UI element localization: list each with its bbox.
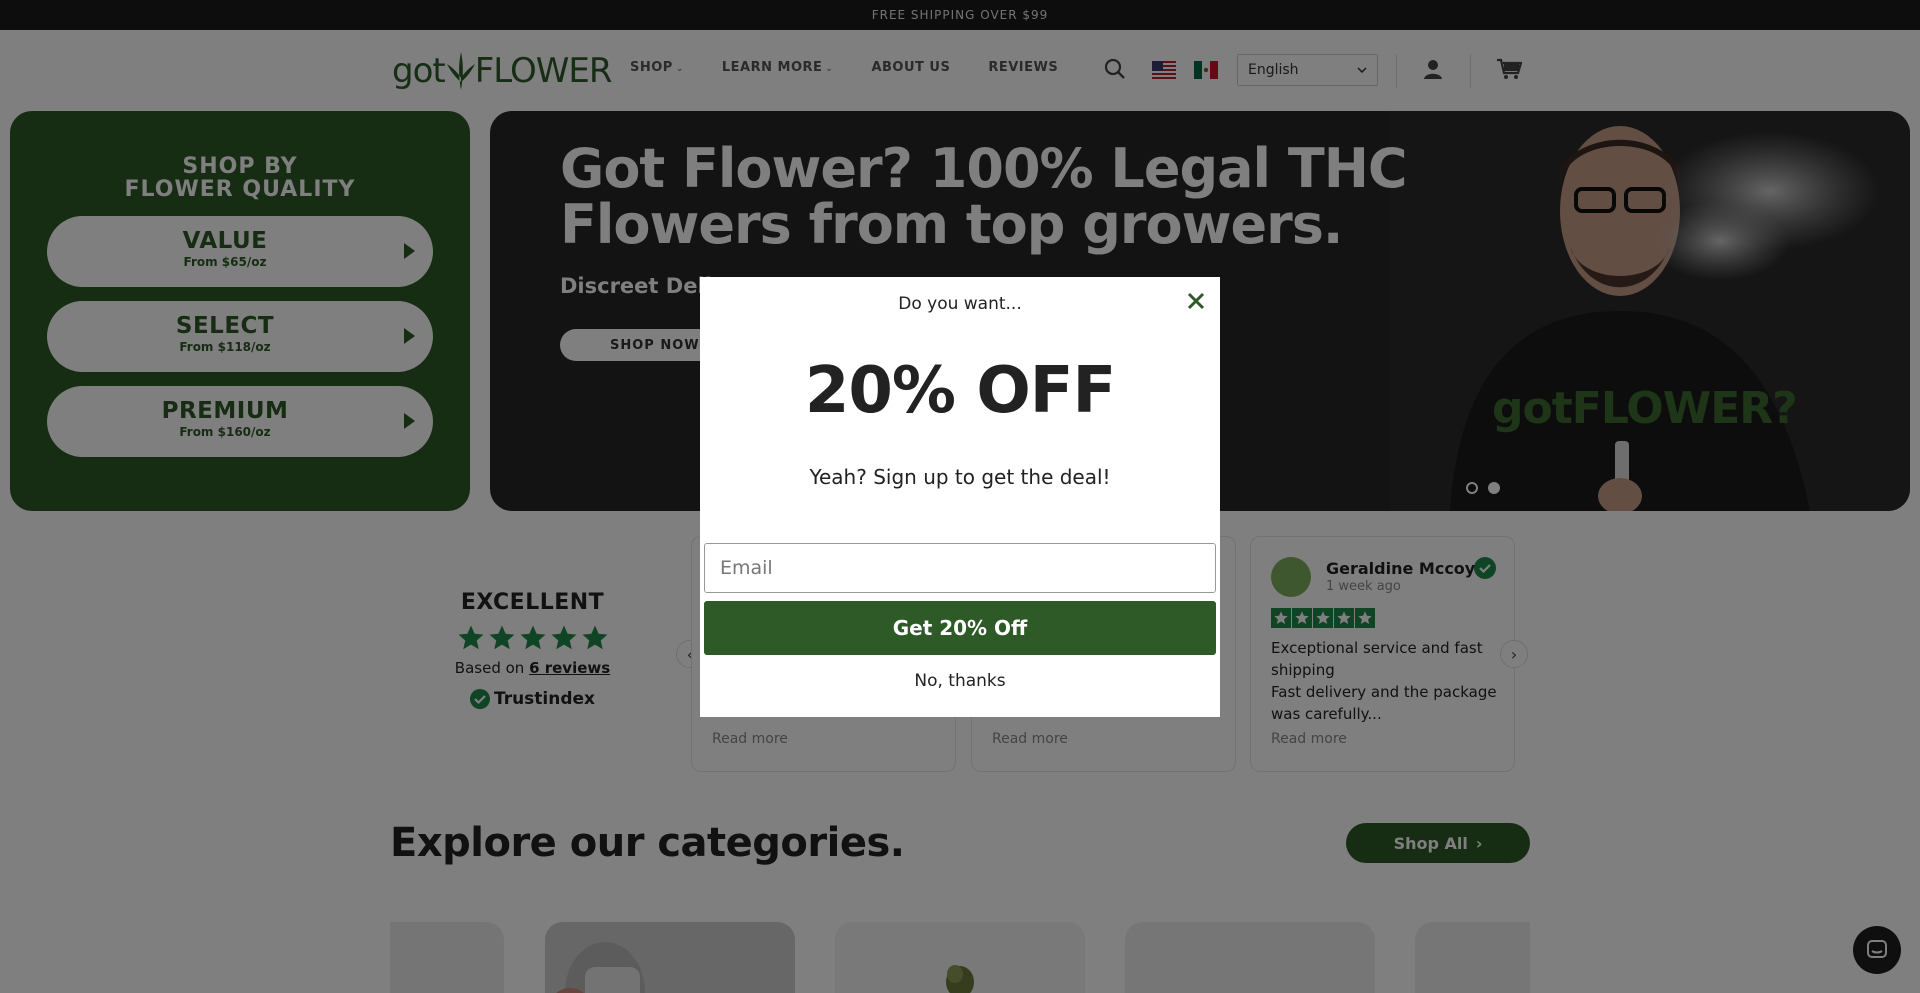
no-thanks-link[interactable]: No, thanks — [700, 671, 1220, 691]
popup-kicker: Do you want... — [898, 294, 1022, 314]
email-field[interactable] — [704, 543, 1216, 593]
popup-subtext: Yeah? Sign up to get the deal! — [809, 465, 1111, 489]
get-discount-button[interactable]: Get 20% Off — [704, 601, 1216, 655]
discount-popup: Do you want... 20% OFF Yeah? Sign up to … — [700, 277, 1220, 717]
popup-headline: 20% OFF — [804, 354, 1116, 428]
